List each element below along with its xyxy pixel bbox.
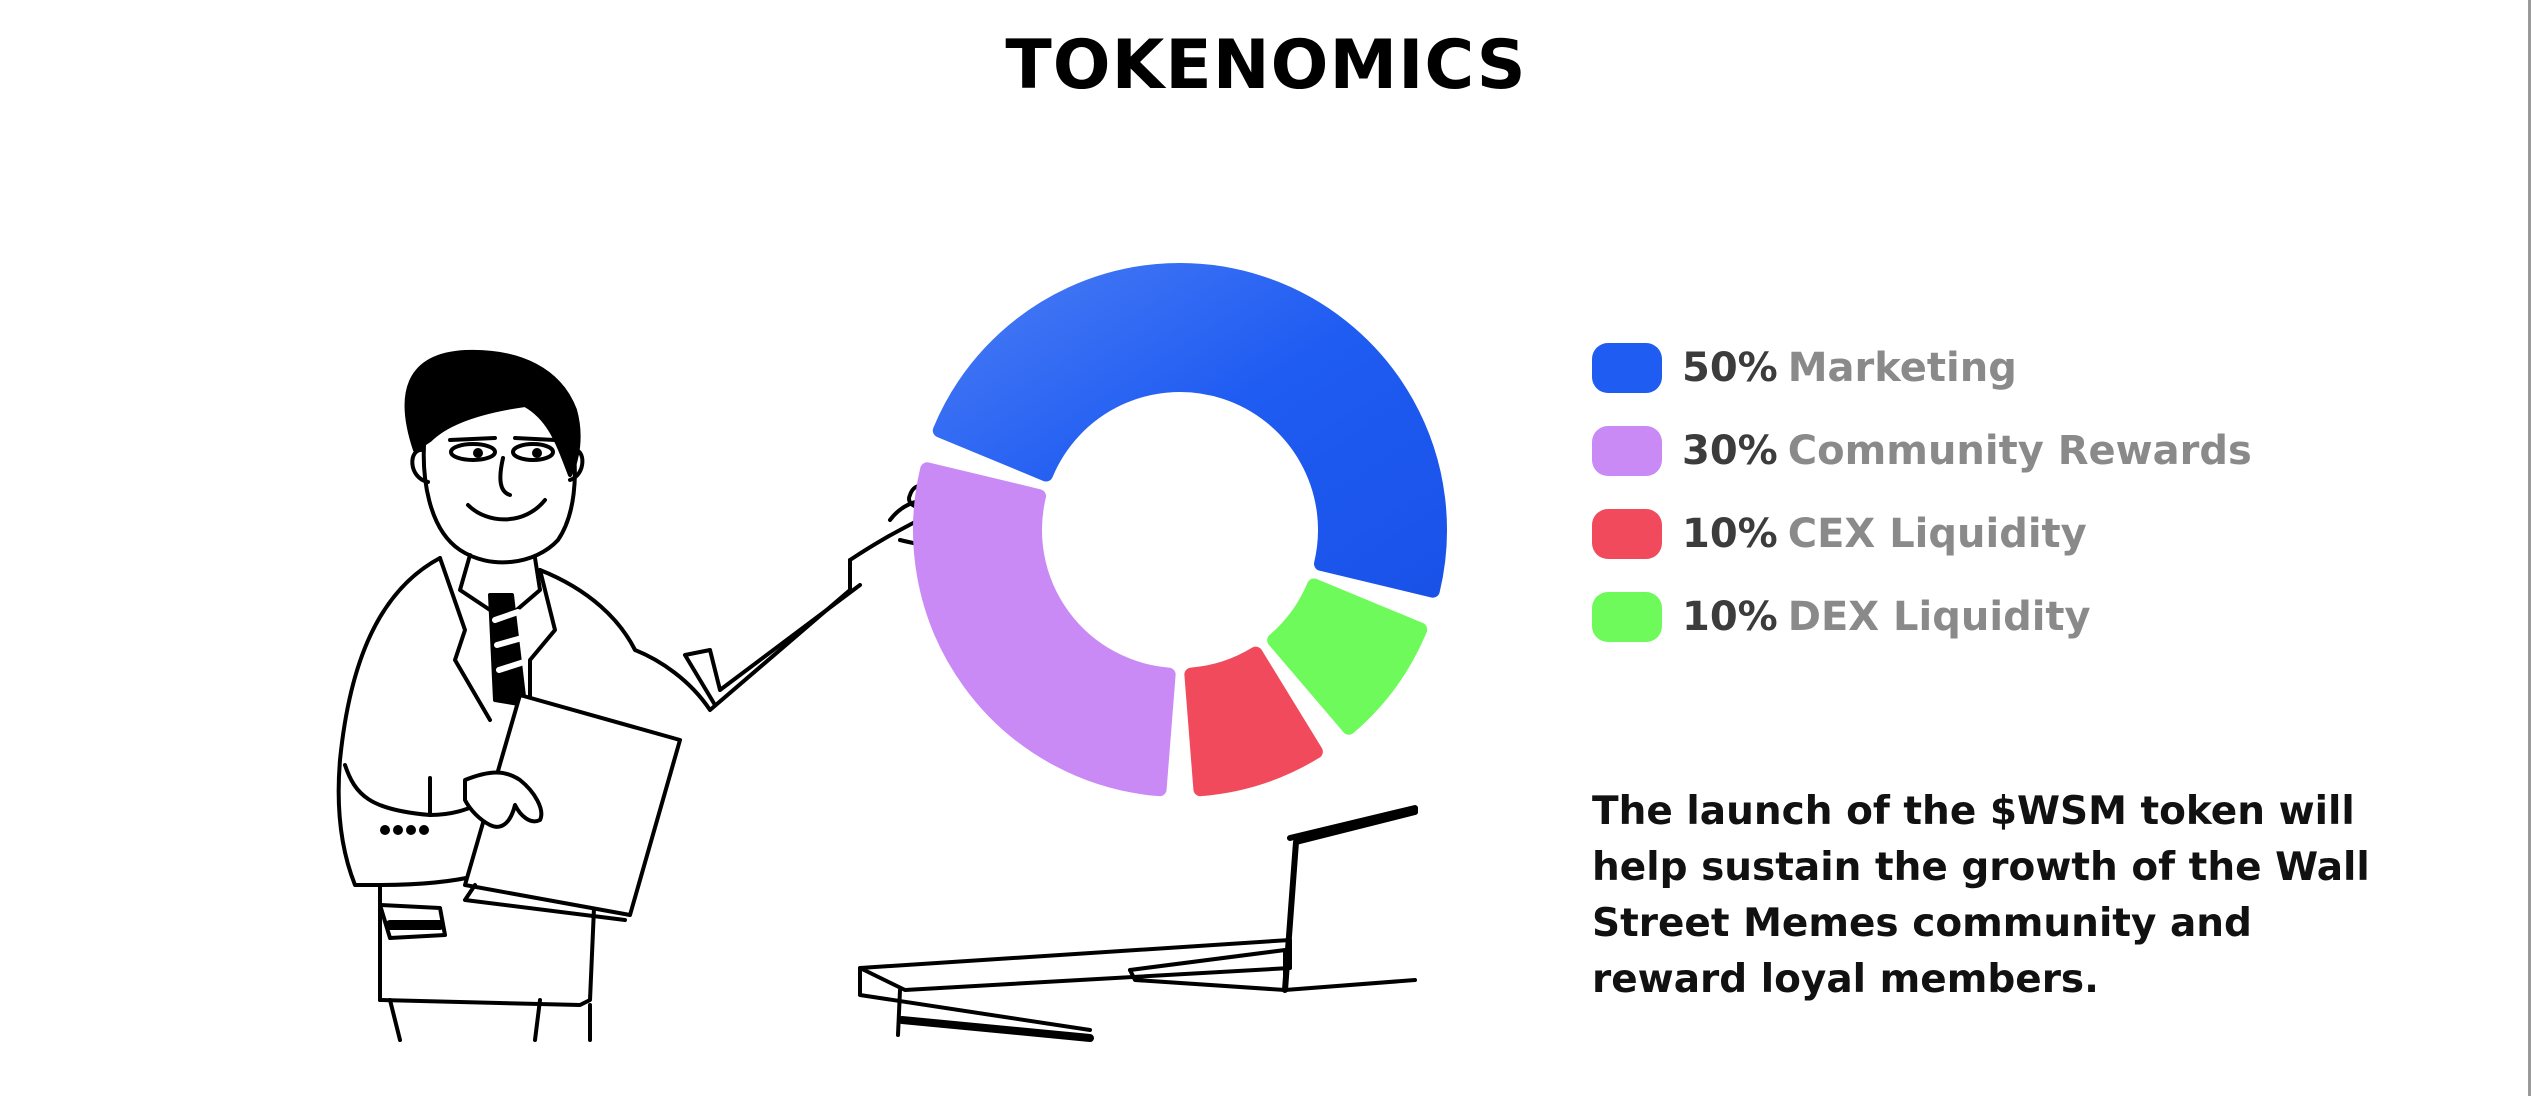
legend-item-cex-liquidity: 10% CEX Liquidity [1592, 492, 2452, 575]
legend-item-marketing: 50% Marketing [1592, 326, 2452, 409]
legend-swatch [1592, 508, 1662, 559]
chart-legend: 50% Marketing 30% Community Rewards 10% … [1592, 326, 2452, 658]
legend-percent: 30% [1682, 427, 1778, 474]
page-edge-divider [2528, 0, 2531, 1096]
legend-label: CEX Liquidity [1787, 510, 2087, 557]
legend-label: DEX Liquidity [1787, 593, 2091, 640]
presenter-figure-icon [336, 349, 975, 1042]
legend-swatch [1592, 342, 1662, 393]
legend-label: Marketing [1787, 344, 2017, 391]
legend-item-community-rewards: 30% Community Rewards [1592, 409, 2452, 492]
tokenomics-description: The launch of the $WSM token will help s… [1592, 789, 2370, 1002]
legend-swatch [1592, 591, 1662, 642]
legend-item-dex-liquidity: 10% DEX Liquidity [1592, 575, 2452, 658]
laptop-desk-icon [858, 805, 1418, 1042]
legend-swatch [1592, 425, 1662, 476]
legend-percent: 10% [1682, 510, 1778, 557]
legend-percent: 50% [1682, 344, 1778, 391]
tokenomics-donut-chart [913, 263, 1447, 797]
page-title: TOKENOMICS [1005, 26, 1527, 105]
legend-percent: 10% [1682, 593, 1778, 640]
donut-slice-community-rewards [913, 462, 1176, 797]
legend-label: Community Rewards [1787, 427, 2252, 474]
